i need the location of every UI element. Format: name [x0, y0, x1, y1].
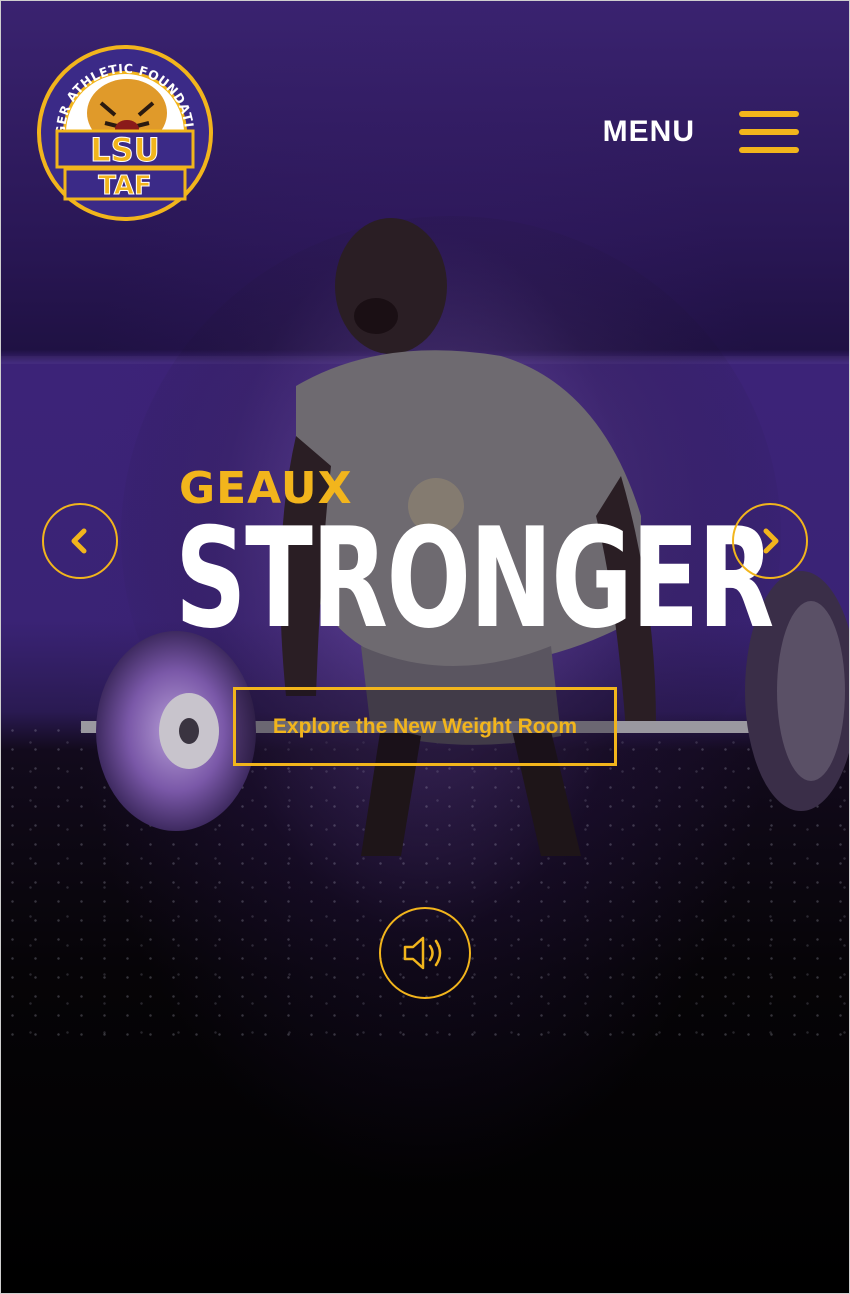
previous-slide-button[interactable] [42, 503, 118, 579]
speaker-icon [403, 936, 442, 970]
svg-text:TAF: TAF [98, 171, 152, 201]
hero-headline: STRONGER [175, 498, 774, 659]
explore-weight-room-button[interactable]: Explore the New Weight Room [233, 687, 617, 766]
menu-label[interactable]: MENU [603, 115, 695, 149]
svg-text:LSU: LSU [90, 131, 159, 169]
chevron-right-icon [763, 528, 779, 554]
hero-page: TIGER ATHLETIC FOUNDATION LSU TAF MENU G… [0, 0, 850, 1294]
chevron-left-icon [71, 528, 87, 554]
next-slide-button[interactable] [732, 503, 808, 579]
lsu-taf-logo[interactable]: TIGER ATHLETIC FOUNDATION LSU TAF [35, 43, 215, 223]
hamburger-icon[interactable] [739, 111, 799, 153]
menu-toggle[interactable]: MENU [603, 111, 799, 153]
sound-toggle-button[interactable] [379, 907, 471, 999]
